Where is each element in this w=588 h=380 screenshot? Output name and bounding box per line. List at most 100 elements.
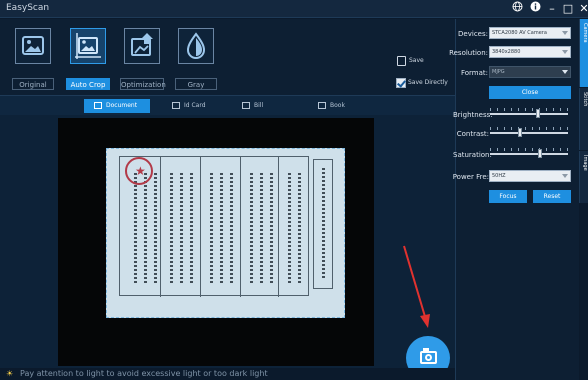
text-column (322, 168, 325, 278)
document-side-column (313, 159, 333, 289)
text-column (270, 173, 273, 283)
divider (200, 157, 201, 297)
divider (160, 157, 161, 297)
sidetab-stitch[interactable]: Stitch (579, 88, 588, 150)
devices-select[interactable]: STCA2080 AV Camera (489, 27, 571, 39)
text-column (298, 173, 301, 283)
chevron-down-icon (562, 50, 568, 54)
divider (240, 157, 241, 297)
chevron-down-icon (562, 174, 568, 178)
brightness-label: Brightness: (453, 111, 493, 119)
reset-button[interactable]: Reset (533, 190, 571, 203)
tab-label: Book (330, 102, 345, 109)
checkbox-checked-icon (396, 78, 406, 88)
contrast-label: Contrast: (456, 130, 489, 138)
maximize-button[interactable]: □ (561, 1, 575, 16)
app-title: EasyScan (6, 3, 50, 13)
globe-icon[interactable] (510, 1, 524, 16)
divider (278, 157, 279, 297)
text-column (230, 173, 233, 283)
saturation-label: Saturation: (453, 151, 492, 159)
contrast-slider[interactable] (490, 126, 568, 138)
devices-label: Devices: (458, 30, 488, 38)
text-column (144, 173, 147, 283)
toolbar: Original Auto Crop Optimization Gray Sav… (0, 19, 455, 95)
mode-label: Optimization (120, 78, 166, 90)
crop-image-icon (70, 28, 106, 64)
slider-thumb[interactable] (538, 149, 542, 158)
document-table: ★ (119, 156, 309, 297)
info-icon[interactable] (528, 1, 542, 16)
mode-label: Gray (175, 78, 217, 90)
text-column (190, 173, 193, 283)
tab-book[interactable]: Book (308, 99, 374, 113)
document-icon (94, 102, 102, 109)
mode-auto-crop[interactable]: Auto Crop (66, 28, 110, 90)
text-column (260, 173, 263, 283)
power-frequency-label: Power Fre: (452, 173, 489, 181)
sidetab-image[interactable]: Image (579, 151, 588, 203)
format-select[interactable]: MJPG (489, 66, 571, 78)
text-column (220, 173, 223, 283)
select-value: MJPG (492, 69, 505, 75)
slider-track (490, 113, 568, 115)
save-directly-checkbox[interactable]: Save Directly (396, 77, 456, 91)
slider-ticks (490, 108, 568, 111)
close-button[interactable]: ✕ (577, 1, 588, 16)
tab-label: Document (106, 102, 138, 109)
close-camera-button[interactable]: Close (489, 86, 571, 99)
drop-icon (178, 28, 214, 64)
mode-optimization[interactable]: Optimization (120, 28, 166, 90)
select-value: 50HZ (492, 173, 506, 179)
saturation-slider[interactable] (490, 147, 568, 159)
mode-original[interactable]: Original (12, 28, 54, 90)
chevron-down-icon (562, 31, 568, 35)
tab-id-card[interactable]: Id Card (162, 99, 228, 113)
sidetab-label: Image (582, 155, 588, 171)
enhance-icon (124, 28, 160, 64)
camera-lens (425, 354, 432, 361)
resolution-label: Resolution: (449, 49, 488, 57)
slider-track (490, 153, 568, 155)
minimize-button[interactable]: – (545, 1, 559, 16)
tab-document[interactable]: Document (84, 99, 150, 113)
status-bar: ☀ Pay attention to light to avoid excess… (0, 368, 455, 380)
resolution-select[interactable]: 3840x2880 (489, 46, 571, 58)
text-column (134, 173, 137, 283)
red-seal-stamp: ★ (125, 157, 153, 185)
image-icon (15, 28, 51, 64)
save-label: Save (409, 57, 424, 64)
save-button[interactable]: Save (397, 55, 437, 69)
text-column (180, 173, 183, 283)
slider-ticks (490, 148, 568, 151)
sidetab-label: Stitch (582, 92, 588, 107)
save-directly-label: Save Directly (408, 79, 448, 86)
select-value: 3840x2880 (492, 49, 521, 55)
slider-ticks (490, 127, 568, 130)
save-icon (397, 56, 406, 66)
lightbulb-icon: ☀ (6, 369, 14, 378)
text-column (170, 173, 173, 283)
sidetab-camera[interactable]: Camera (579, 19, 588, 87)
tab-bill[interactable]: Bill (232, 99, 298, 113)
barcode-icon (242, 102, 250, 109)
slider-thumb[interactable] (536, 109, 540, 118)
title-bar: EasyScan – □ ✕ (0, 0, 588, 18)
slider-thumb[interactable] (518, 128, 522, 137)
text-column (250, 173, 253, 283)
mode-label: Original (12, 78, 54, 90)
scanned-document[interactable]: ★ (106, 148, 345, 318)
document-type-tabs: Document Id Card Bill Book (0, 95, 455, 115)
tab-label: Bill (254, 102, 264, 109)
focus-button[interactable]: Focus (489, 190, 527, 203)
text-column (210, 173, 213, 283)
text-column (288, 173, 291, 283)
brightness-slider[interactable] (490, 107, 568, 119)
mode-label: Auto Crop (66, 78, 110, 90)
status-text: Pay attention to light to avoid excessiv… (20, 369, 268, 378)
mode-gray[interactable]: Gray (175, 28, 217, 90)
power-frequency-select[interactable]: 50HZ (489, 170, 571, 182)
tab-label: Id Card (184, 102, 206, 109)
format-label: Format: (460, 69, 488, 77)
slider-track (490, 132, 568, 134)
